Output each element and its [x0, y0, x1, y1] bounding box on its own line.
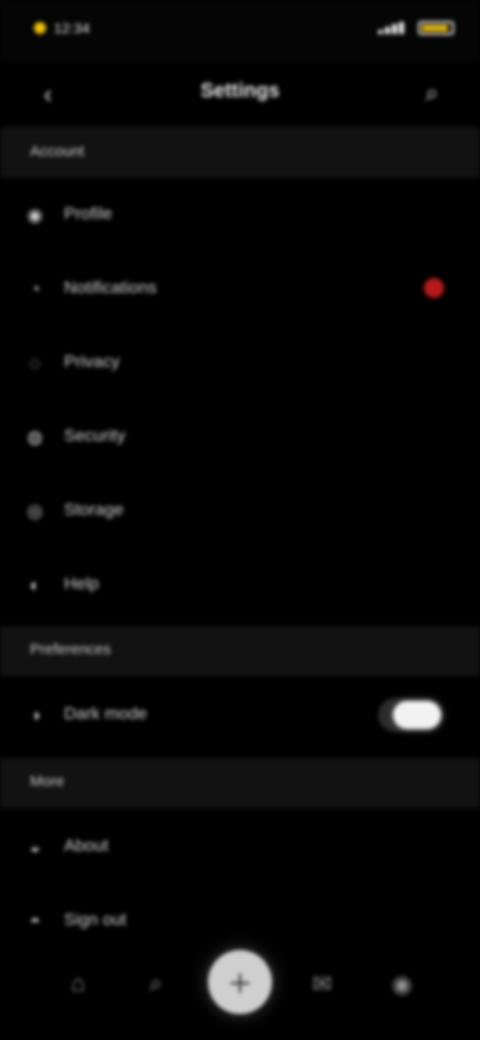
- info-icon: ◒: [29, 836, 41, 857]
- section-label-more: More: [30, 773, 65, 790]
- signal-icon: [378, 22, 410, 34]
- settings-row-privacy[interactable]: ◌ Privacy: [0, 326, 480, 400]
- settings-row-label: Dark mode: [64, 704, 148, 723]
- nav-add-button[interactable]: ＋: [208, 950, 272, 1014]
- notification-badge: [424, 278, 444, 298]
- user-icon: ◉: [391, 970, 413, 998]
- nav-profile-button[interactable]: ◉: [372, 954, 432, 1014]
- settings-row-label: Storage: [64, 500, 124, 519]
- settings-row-label: Security: [64, 426, 126, 445]
- settings-row-about[interactable]: ◒ About: [0, 810, 480, 884]
- back-icon: ‹: [43, 78, 53, 109]
- section-header-account: Account: [0, 128, 480, 178]
- bottom-navigation: ⌂ ⌕ ＋ ✉ ◉: [0, 930, 480, 1040]
- settings-row-security[interactable]: ◍ Security: [0, 400, 480, 474]
- settings-row-label: Profile: [64, 204, 113, 223]
- settings-row-label: Sign out: [64, 910, 127, 929]
- nav-messages-button[interactable]: ✉: [292, 954, 352, 1014]
- back-button[interactable]: ‹: [28, 74, 68, 114]
- settings-row-profile[interactable]: ◉ Profile: [0, 178, 480, 252]
- divider: [0, 176, 480, 177]
- home-icon: ⌂: [70, 970, 86, 997]
- settings-row-help[interactable]: ◐ Help: [0, 548, 480, 622]
- lock-icon: ◌: [29, 352, 41, 373]
- search-button[interactable]: ⌕: [412, 74, 452, 114]
- plus-icon: ＋: [226, 968, 253, 999]
- battery-icon: [418, 21, 454, 35]
- shield-icon: ◍: [27, 426, 43, 447]
- settings-row-dark-mode[interactable]: ◑ Dark mode: [0, 678, 480, 752]
- app-bar: ‹ Settings ⌕: [0, 62, 480, 127]
- help-icon: ◐: [29, 574, 41, 595]
- section-header-preferences: Preferences: [0, 626, 480, 676]
- toggle-knob: [393, 701, 441, 729]
- section-label-account: Account: [30, 143, 85, 160]
- settings-row-label: Notifications: [64, 278, 157, 297]
- person-icon: ◉: [27, 204, 43, 225]
- chat-icon: ✉: [311, 970, 333, 998]
- status-time: 12:34: [54, 20, 91, 36]
- folder-icon: ◎: [27, 500, 43, 521]
- settings-row-notifications[interactable]: ◔ Notifications: [0, 252, 480, 326]
- settings-row-storage[interactable]: ◎ Storage: [0, 474, 480, 548]
- nav-search-button[interactable]: ⌕: [126, 954, 186, 1014]
- status-bar: 12:34: [0, 0, 480, 62]
- section-label-preferences: Preferences: [30, 641, 111, 658]
- status-right: [344, 18, 454, 38]
- settings-screen: 12:34 ‹ Settings ⌕ Account ◉ Profile ◔ N…: [0, 0, 480, 1040]
- search-icon: ⌕: [149, 970, 163, 997]
- moon-icon: ◑: [29, 704, 41, 725]
- settings-row-label: Privacy: [64, 352, 120, 371]
- search-icon: ⌕: [425, 80, 439, 107]
- settings-row-label: Help: [64, 574, 99, 593]
- page-title: Settings: [200, 80, 280, 102]
- settings-row-label: About: [64, 836, 109, 855]
- dark-mode-toggle[interactable]: [378, 698, 444, 732]
- notification-dot-icon: [34, 22, 46, 34]
- section-header-more: More: [0, 758, 480, 808]
- bell-icon: ◔: [29, 278, 41, 299]
- nav-home-button[interactable]: ⌂: [48, 954, 108, 1014]
- status-left: 12:34: [34, 18, 120, 38]
